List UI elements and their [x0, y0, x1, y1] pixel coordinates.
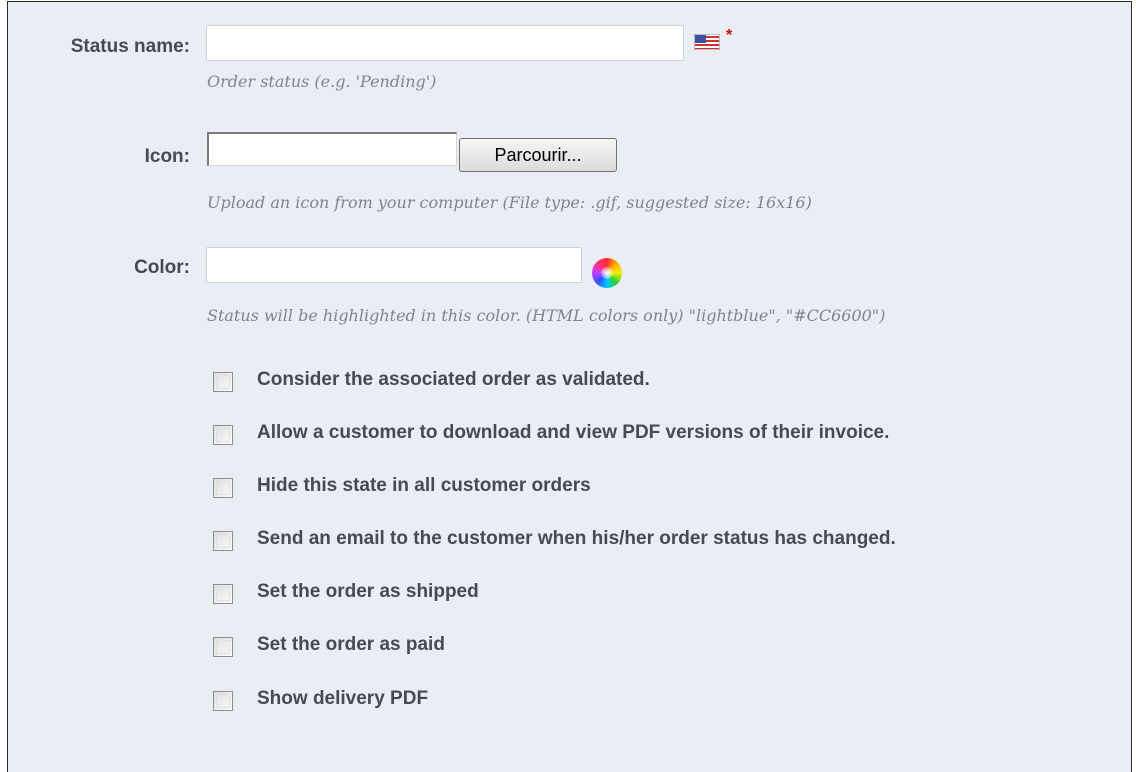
- color-input[interactable]: [206, 247, 582, 283]
- send-email-checkbox[interactable]: [213, 531, 233, 551]
- hide-state-label[interactable]: Hide this state in all customer orders: [257, 475, 591, 497]
- icon-hint: Upload an icon from your computer (File …: [207, 193, 812, 212]
- shipped-label[interactable]: Set the order as shipped: [257, 581, 479, 603]
- color-hint: Status will be highlighted in this color…: [207, 306, 886, 325]
- status-name-input[interactable]: [206, 25, 684, 61]
- shipped-checkbox[interactable]: [213, 584, 233, 604]
- color-wheel-icon[interactable]: [592, 258, 622, 288]
- hide-state-checkbox[interactable]: [213, 478, 233, 498]
- validated-checkbox[interactable]: [213, 372, 233, 392]
- required-mark: *: [726, 27, 733, 44]
- invoice-checkbox[interactable]: [213, 425, 233, 445]
- validated-label[interactable]: Consider the associated order as validat…: [257, 369, 650, 391]
- color-label: Color:: [134, 257, 190, 278]
- paid-checkbox[interactable]: [213, 637, 233, 657]
- browse-button[interactable]: Parcourir...: [459, 138, 617, 172]
- status-name-label: Status name:: [70, 36, 190, 57]
- invoice-label[interactable]: Allow a customer to download and view PD…: [257, 422, 889, 444]
- paid-label[interactable]: Set the order as paid: [257, 634, 445, 656]
- icon-label: Icon:: [144, 146, 190, 167]
- icon-file-input[interactable]: [207, 132, 457, 166]
- us-flag-icon[interactable]: [694, 34, 720, 50]
- status-name-hint: Order status (e.g. 'Pending'): [207, 72, 437, 91]
- delivery-pdf-label[interactable]: Show delivery PDF: [257, 688, 428, 710]
- order-status-form: Status name: * Order status (e.g. 'Pendi…: [7, 1, 1132, 772]
- delivery-pdf-checkbox[interactable]: [213, 691, 233, 711]
- send-email-label[interactable]: Send an email to the customer when his/h…: [257, 528, 896, 550]
